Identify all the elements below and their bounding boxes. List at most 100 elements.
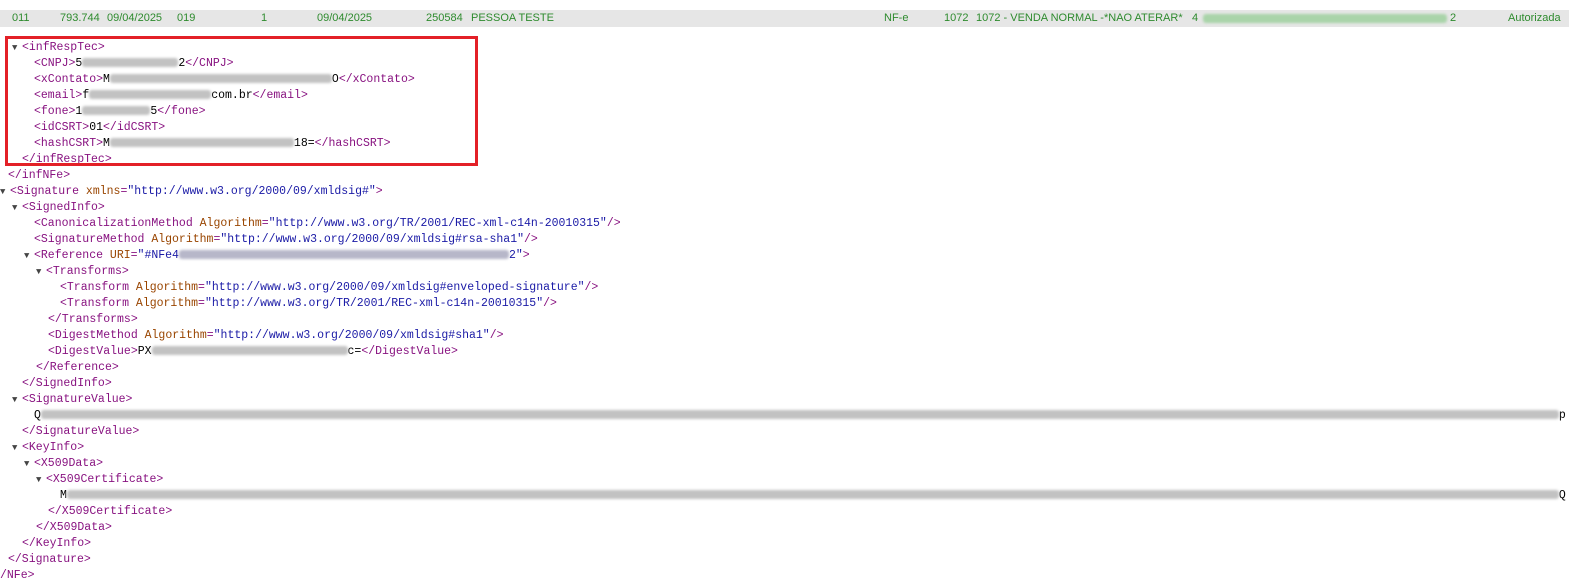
xml-tag: </X509Certificate> [48, 505, 173, 518]
xml-attr-value: 2" [508, 249, 523, 262]
xml-tag: <SignatureMethod [34, 233, 145, 246]
xml-line-keyinfo-close: </KeyInfo> [22, 536, 91, 552]
xml-line-signaturevalue-open: ▼ <SignatureValue> [12, 392, 132, 408]
record-col-model: NF-e [884, 12, 909, 24]
collapse-toggle-icon[interactable]: ▼ [36, 264, 46, 280]
xml-tag: /> [584, 281, 599, 294]
record-col-date: 09/04/2025 [107, 12, 163, 24]
xml-line-x509data-close: </X509Data> [36, 520, 112, 536]
record-col-key-start: 4 [1192, 12, 1199, 24]
xml-tag: <X509Data> [34, 457, 104, 470]
xml-line-signature-close: </Signature> [8, 552, 91, 568]
xml-tag: <Transform [60, 281, 130, 294]
xml-attr-name: Algorithm [199, 217, 262, 230]
redacted-value [151, 346, 348, 355]
xml-tag: <DigestMethod [48, 329, 138, 342]
record-col-status: Autorizada [1508, 12, 1561, 24]
xml-line-digestvalue: <DigestValue>PX c=</DigestValue> [48, 344, 458, 360]
xml-attr-name: Algorithm [135, 281, 199, 294]
xml-attr-name: Algorithm [135, 297, 199, 310]
xml-attr-name: Algorithm [151, 233, 214, 246]
record-row[interactable]: 011 793.744 09/04/2025 019 1 09/04/2025 … [0, 10, 1569, 27]
xml-tag: </SignedInfo> [22, 377, 112, 390]
xml-line-transforms-open: ▼ <Transforms> [36, 264, 129, 280]
xml-line-transform-enveloped: <Transform Algorithm="http://www.w3.org/… [60, 281, 599, 294]
xml-text: Q [1558, 489, 1566, 502]
xml-line-transforms-close: </Transforms> [48, 312, 138, 328]
redacted-value [178, 250, 509, 259]
xml-line-infnfe-close: </infNFe> [8, 168, 70, 184]
xml-line-signedinfo-close: </SignedInfo> [22, 376, 112, 392]
xml-tag: </SignatureValue> [22, 425, 140, 438]
xml-line-signedinfo-open: ▼ <SignedInfo> [12, 200, 105, 216]
xml-tag: <Reference [34, 249, 104, 262]
xml-text: p [1558, 409, 1566, 422]
xml-attr-name: Algorithm [144, 329, 207, 342]
collapse-toggle-icon[interactable]: ▼ [12, 392, 22, 408]
xml-text: M [60, 489, 67, 502]
xml-tag: <SignatureValue> [22, 393, 133, 406]
record-col-number: 1 [261, 12, 268, 24]
xml-text: PX [137, 345, 152, 358]
xml-line-x509cert-open: ▼ <X509Certificate> [36, 472, 163, 488]
xml-tag: <Transform [60, 297, 130, 310]
xml-attr-value: "http://www.w3.org/2000/09/xmldsig#envel… [204, 281, 585, 294]
redacted-value [66, 490, 1559, 499]
xml-line-nfe-close: /NFe> [0, 568, 35, 584]
xml-line-reference-open: ▼ <Reference URI="#NFe4 2"> [24, 248, 530, 264]
xml-text: c= [347, 345, 362, 358]
xml-tag: </X509Data> [36, 521, 112, 534]
xml-attr-name: xmlns [85, 185, 121, 198]
record-col-key-end: 2 [1450, 12, 1457, 24]
record-col-client-code: 250584 [426, 12, 463, 24]
xml-tag: </DigestValue> [361, 345, 458, 358]
xml-tag: > [522, 249, 530, 262]
xml-attr-value: "http://www.w3.org/TR/2001/REC-xml-c14n-… [204, 297, 544, 310]
record-col-operation: 1072 - VENDA NORMAL -*NAO ATERAR* [976, 12, 1183, 24]
xml-tag: <CanonicalizationMethod [34, 217, 193, 230]
xml-tag: <SignedInfo> [22, 201, 105, 214]
record-col-date-2: 09/04/2025 [317, 12, 373, 24]
xml-tag: <Signature [10, 185, 80, 198]
record-col-series: 019 [177, 12, 196, 24]
record-col-cfop: 1072 [944, 12, 969, 24]
collapse-toggle-icon[interactable]: ▼ [24, 248, 34, 264]
xml-tag: /> [606, 217, 621, 230]
xml-tag: /NFe> [0, 569, 35, 582]
xml-line-signature-open: ▼ <Signature xmlns="http://www.w3.org/200… [0, 184, 383, 200]
record-col-client-name: PESSOA TESTE [471, 12, 554, 24]
xml-attr-value: "http://www.w3.org/2000/09/xmldsig#rsa-s… [220, 233, 525, 246]
xml-attr-value: "#NFe4 [137, 249, 179, 262]
xml-line-x509cert-text: MQ [60, 488, 1566, 504]
xml-tag: <KeyInfo> [22, 441, 85, 454]
xml-line-canonicalization: <CanonicalizationMethod Algorithm="http:… [34, 217, 621, 230]
highlight-box [5, 36, 478, 166]
xml-tag: <DigestValue> [48, 345, 138, 358]
xml-tag: </Reference> [36, 361, 119, 374]
collapse-toggle-icon[interactable]: ▼ [12, 200, 22, 216]
xml-line-signaturemethod: <SignatureMethod Algorithm="http://www.w… [34, 233, 538, 246]
xml-line-signaturevalue-text: Qp [34, 408, 1566, 424]
xml-text: Q [34, 409, 41, 422]
xml-tag: </Signature> [8, 553, 91, 566]
collapse-toggle-icon[interactable]: ▼ [12, 440, 22, 456]
xml-tag: </KeyInfo> [22, 537, 92, 550]
xml-tag: <X509Certificate> [46, 473, 164, 486]
xml-line-transform-c14n: <Transform Algorithm="http://www.w3.org/… [60, 297, 557, 310]
record-col-value: 793.744 [60, 12, 100, 24]
xml-line-x509cert-close: </X509Certificate> [48, 504, 172, 520]
xml-attr-value: "http://www.w3.org/TR/2001/REC-xml-c14n-… [268, 217, 607, 230]
xml-tag: /> [524, 233, 538, 246]
collapse-toggle-icon[interactable]: ▼ [24, 456, 34, 472]
xml-line-reference-close: </Reference> [36, 360, 119, 376]
xml-tag: > [375, 185, 383, 198]
collapse-toggle-icon[interactable]: ▼ [0, 184, 10, 200]
xml-attr-value: "http://www.w3.org/2000/09/xmldsig#sha1" [213, 329, 490, 342]
xml-tag: </infNFe> [8, 169, 71, 182]
xml-line-x509data-open: ▼ <X509Data> [24, 456, 103, 472]
xml-tag: <Transforms> [46, 265, 129, 278]
xml-line-signaturevalue-close: </SignatureValue> [22, 424, 139, 440]
collapse-toggle-icon[interactable]: ▼ [36, 472, 46, 488]
xml-attr-name: URI [109, 249, 131, 262]
xml-line-keyinfo-open: ▼ <KeyInfo> [12, 440, 84, 456]
